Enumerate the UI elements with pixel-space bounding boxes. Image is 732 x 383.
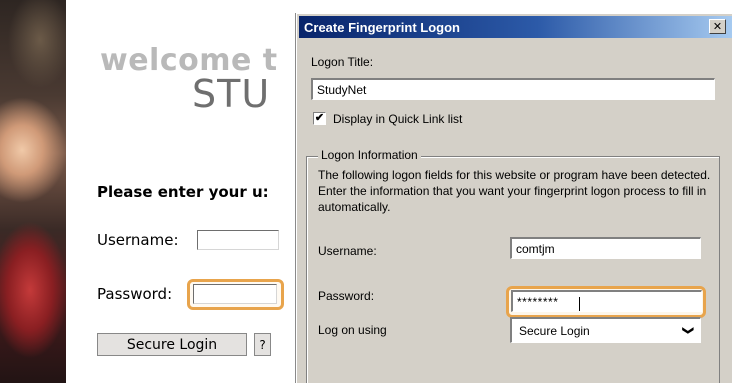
logon-method-select[interactable]: Secure Login ❯ (510, 317, 701, 343)
dialog-password-input[interactable]: ******** (511, 290, 702, 312)
site-name: STU (192, 72, 271, 116)
web-password-label: Password: (97, 285, 173, 303)
web-username-input[interactable] (197, 230, 279, 250)
login-prompt: Please enter your u: (97, 183, 269, 201)
dialog-password-label: Password: (318, 289, 375, 303)
dialog-username-input[interactable]: comtjm (510, 237, 701, 259)
chevron-down-icon[interactable]: ❯ (682, 326, 695, 335)
dialog-title: Create Fingerprint Logon (304, 19, 460, 35)
dialog-username-label: Username: (318, 244, 377, 258)
create-fingerprint-logon-dialog: Create Fingerprint Logon ✕ Logon Title: … (296, 13, 732, 383)
logon-info-description: The following logon fields for this webs… (318, 168, 711, 214)
logon-using-label: Log on using (318, 323, 387, 337)
quicklink-checkbox[interactable]: ✔ (313, 112, 326, 125)
help-button[interactable]: ? (254, 333, 271, 356)
close-icon[interactable]: ✕ (709, 19, 726, 34)
dialog-titlebar[interactable]: Create Fingerprint Logon ✕ (299, 16, 732, 38)
logon-title-label: Logon Title: (311, 55, 374, 69)
web-username-label: Username: (97, 231, 179, 249)
logon-information-legend: Logon Information (318, 148, 421, 162)
logon-method-value: Secure Login (519, 323, 590, 338)
quicklink-label[interactable]: Display in Quick Link list (333, 112, 462, 126)
secure-login-button[interactable]: Secure Login (97, 333, 247, 356)
header-photo (0, 0, 66, 383)
web-password-input[interactable] (193, 284, 277, 304)
logon-title-input[interactable]: StudyNet (311, 78, 715, 100)
text-caret (579, 297, 580, 311)
